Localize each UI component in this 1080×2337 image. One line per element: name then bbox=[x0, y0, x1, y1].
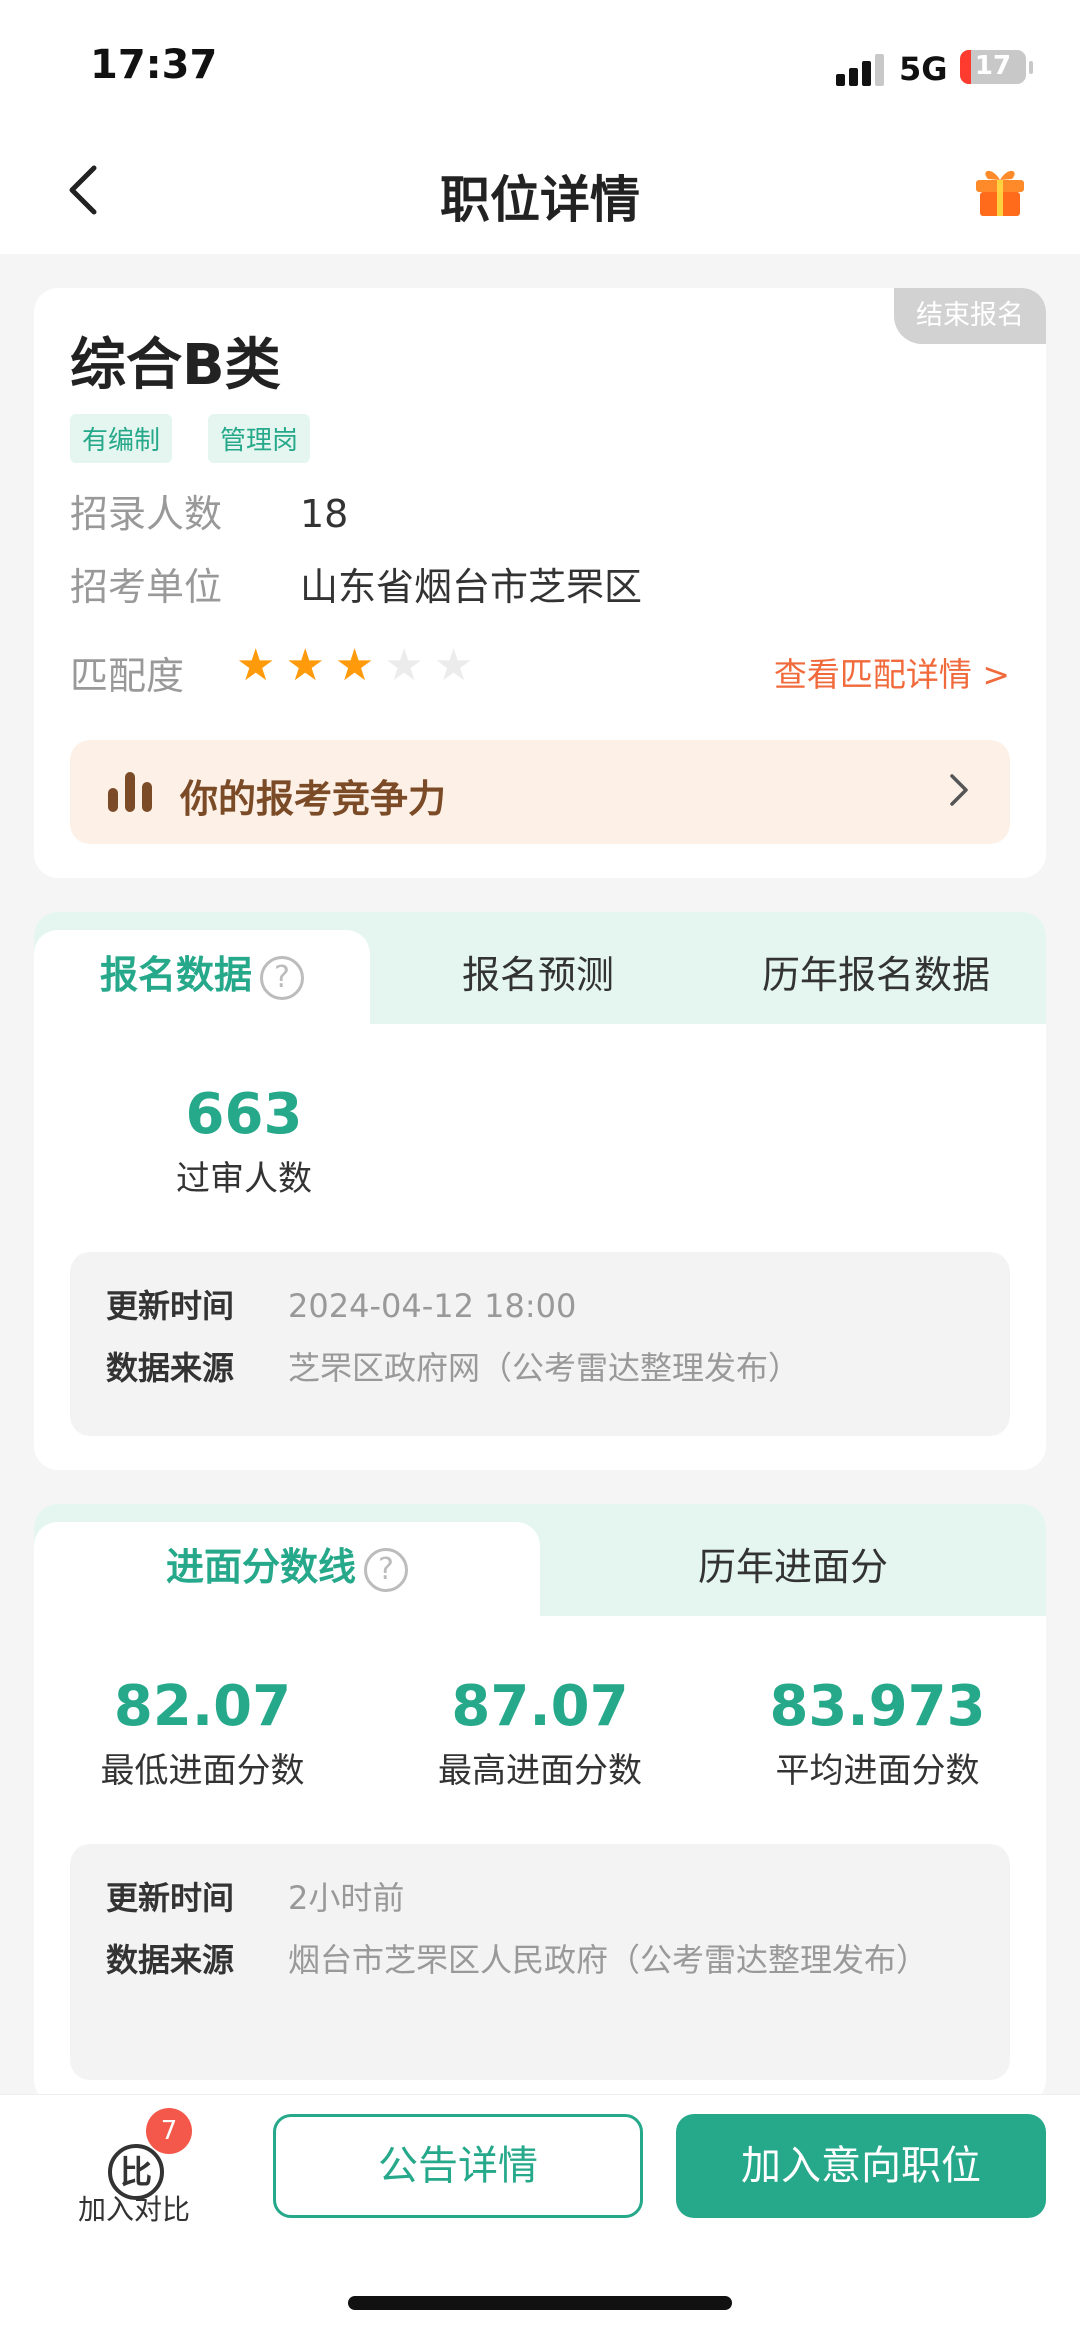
star-icon: ★ bbox=[236, 640, 276, 691]
network-type: 5G bbox=[899, 50, 948, 88]
data-source-label: 数据来源 bbox=[106, 1349, 235, 1387]
signal-icon bbox=[836, 50, 886, 86]
data-source-label: 数据来源 bbox=[106, 1941, 235, 1979]
unit-label: 招考单位 bbox=[70, 565, 223, 609]
match-details-link[interactable]: 查看匹配详情 > bbox=[774, 648, 1010, 696]
position-card: 结束报名 综合B类 有编制 管理岗 招录人数 18 招考单位 山东省烟台市芝罘区 匹… bbox=[34, 288, 1046, 878]
min-score-value: 82.07 bbox=[113, 1674, 292, 1739]
scoreline-meta-box: 更新时间 2小时前 数据来源 烟台市芝罘区人民政府（公考雷达整理发布） bbox=[70, 1844, 1010, 2080]
announcement-details-button[interactable]: 公告详情 bbox=[273, 2114, 643, 2218]
star-icon: ★ bbox=[384, 640, 424, 691]
help-icon[interactable]: ? bbox=[364, 1547, 408, 1592]
min-score-label: 最低进面分数 bbox=[100, 1751, 305, 1791]
tab-interview-scoreline-label: 进面分数线 bbox=[165, 1545, 356, 1589]
tab-interview-scoreline[interactable]: 进面分数线? bbox=[34, 1522, 540, 1616]
registration-source-row: 数据来源 芝罘区政府网（公考雷达整理发布） bbox=[106, 1344, 800, 1392]
gift-icon[interactable] bbox=[970, 160, 1030, 220]
update-time-value: 2024-04-12 18:00 bbox=[288, 1287, 577, 1325]
registration-update-row: 更新时间 2024-04-12 18:00 bbox=[106, 1282, 576, 1330]
scoreline-source-row: 数据来源 烟台市芝罘区人民政府（公考雷达整理发布） bbox=[106, 1936, 950, 1984]
star-icon: ★ bbox=[433, 640, 474, 691]
max-score-stat: 87.07 最高进面分数 bbox=[371, 1674, 709, 1792]
position-tags: 有编制 管理岗 bbox=[70, 414, 311, 463]
recruit-count-value: 18 bbox=[300, 492, 349, 536]
update-time-label: 更新时间 bbox=[106, 1879, 235, 1917]
recruit-count-label: 招录人数 bbox=[70, 492, 223, 536]
max-score-label: 最高进面分数 bbox=[438, 1751, 642, 1791]
registration-ended-badge: 结束报名 bbox=[894, 288, 1046, 344]
tab-registration-data[interactable]: 报名数据? bbox=[34, 930, 370, 1024]
status-bar: 17:37 5G 17 bbox=[0, 0, 1080, 130]
bar-chart-icon bbox=[108, 772, 152, 812]
tab-historical-scores[interactable]: 历年进面分 bbox=[540, 1522, 1046, 1616]
home-indicator[interactable] bbox=[348, 2296, 732, 2310]
battery-icon: 17 bbox=[960, 50, 1026, 84]
passed-count-value: 663 bbox=[185, 1082, 303, 1147]
avg-score-value: 83.973 bbox=[769, 1674, 986, 1739]
data-source-value: 烟台市芝罘区人民政府（公考雷达整理发布） bbox=[288, 1941, 929, 1979]
recruit-count-row: 招录人数 18 bbox=[70, 483, 348, 538]
update-time-value: 2小时前 bbox=[288, 1879, 405, 1917]
add-intended-position-button[interactable]: 加入意向职位 bbox=[676, 2114, 1046, 2218]
page-title: 职位详情 bbox=[440, 171, 640, 229]
add-to-compare-label[interactable]: 加入对比 bbox=[78, 2188, 190, 2228]
registration-card: 报名数据? 报名预测 历年报名数据 663 过审人数 更新时间 2024-04-… bbox=[34, 912, 1046, 1470]
star-icon: ★ bbox=[285, 640, 325, 691]
tag-management: 管理岗 bbox=[208, 414, 311, 463]
status-time: 17:37 bbox=[90, 42, 218, 88]
competitiveness-banner[interactable]: 你的报考竞争力 bbox=[70, 740, 1010, 844]
avg-score-label: 平均进面分数 bbox=[775, 1751, 980, 1791]
match-stars: ★ ★ ★ ★ ★ bbox=[236, 640, 473, 691]
tag-establishment: 有编制 bbox=[70, 414, 173, 463]
competitiveness-label: 你的报考竞争力 bbox=[180, 777, 447, 821]
battery-level: 17 bbox=[974, 51, 1012, 81]
tab-registration-data-label: 报名数据 bbox=[99, 953, 252, 997]
position-name: 综合B类 bbox=[70, 333, 281, 398]
registration-meta-box: 更新时间 2024-04-12 18:00 数据来源 芝罘区政府网（公考雷达整理… bbox=[70, 1252, 1010, 1436]
min-score-stat: 82.07 最低进面分数 bbox=[34, 1674, 371, 1792]
scoreline-card: 进面分数线? 历年进面分 82.07 最低进面分数 87.07 最高进面分数 8… bbox=[34, 1504, 1046, 2104]
update-time-label: 更新时间 bbox=[106, 1287, 235, 1325]
tab-registration-forecast[interactable]: 报名预测 bbox=[370, 930, 706, 1024]
star-icon: ★ bbox=[334, 640, 375, 691]
scoreline-tabs: 进面分数线? 历年进面分 bbox=[34, 1504, 1046, 1616]
battery-tip bbox=[1029, 61, 1033, 74]
tab-historical-registration[interactable]: 历年报名数据 bbox=[706, 930, 1046, 1024]
registration-tabs: 报名数据? 报名预测 历年报名数据 bbox=[34, 912, 1046, 1024]
help-icon[interactable]: ? bbox=[260, 955, 304, 1000]
data-source-value: 芝罘区政府网（公考雷达整理发布） bbox=[288, 1349, 801, 1387]
avg-score-stat: 83.973 平均进面分数 bbox=[709, 1674, 1046, 1792]
nav-bar: 职位详情 bbox=[0, 130, 1080, 254]
passed-count-label: 过审人数 bbox=[176, 1159, 312, 1199]
compare-count-badge: 7 bbox=[146, 2108, 192, 2154]
chevron-right-icon bbox=[950, 774, 968, 806]
max-score-value: 87.07 bbox=[451, 1674, 629, 1739]
unit-row: 招考单位 山东省烟台市芝罘区 bbox=[70, 556, 642, 611]
scoreline-update-row: 更新时间 2小时前 bbox=[106, 1874, 974, 1922]
unit-value: 山东省烟台市芝罘区 bbox=[300, 565, 643, 609]
passed-count-stat: 663 过审人数 bbox=[114, 1082, 374, 1200]
